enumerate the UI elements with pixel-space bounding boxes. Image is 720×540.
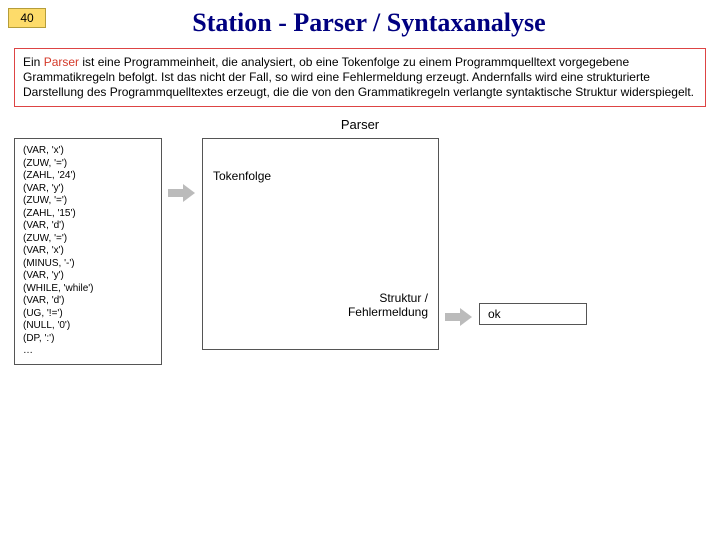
arrow-right-icon (168, 184, 196, 202)
definition-prefix: Ein (23, 55, 44, 69)
parser-section-label: Parser (0, 117, 720, 132)
output-label: Struktur / Fehlermeldung (348, 291, 428, 319)
definition-box: Ein Parser ist eine Programmeinheit, die… (14, 48, 706, 107)
slide-number-badge: 40 (8, 8, 46, 28)
token-list-box: (VAR, 'x') (ZUW, '=') (ZAHL, '24') (VAR,… (14, 138, 162, 365)
parser-process-box: Tokenfolge Struktur / Fehlermeldung (202, 138, 439, 350)
definition-highlight: Parser (44, 55, 79, 69)
arrow-input (162, 138, 202, 202)
definition-rest: ist eine Programmeinheit, die analysiert… (23, 55, 694, 99)
ok-result-box: ok (479, 303, 587, 325)
parser-diagram: (VAR, 'x') (ZUW, '=') (ZAHL, '24') (VAR,… (0, 138, 720, 365)
arrow-output (439, 138, 479, 326)
arrow-right-icon (445, 308, 473, 326)
page-title: Station - Parser / Syntaxanalyse (76, 8, 712, 38)
input-label: Tokenfolge (213, 169, 271, 183)
